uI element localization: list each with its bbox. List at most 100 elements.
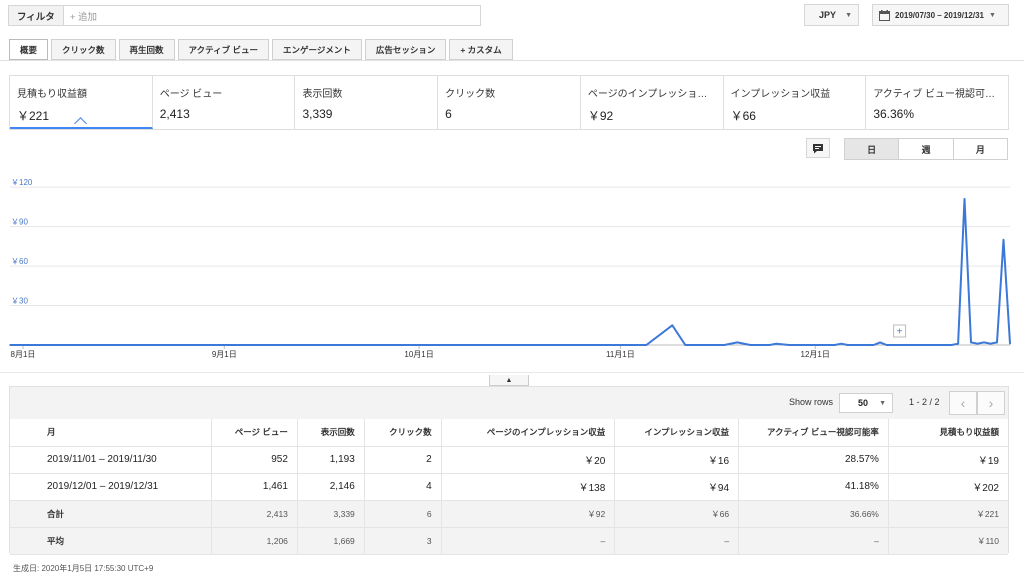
table-row: 2019/11/01 – 2019/11/30 952 1,193 2 ￥20 … (10, 446, 1008, 474)
report-tabs: 概要 クリック数 再生回数 アクティブ ビュー エンゲージメント 広告セッション… (9, 39, 513, 60)
data-point (833, 344, 836, 346)
table-cell: ￥16 (614, 446, 740, 474)
data-point (957, 342, 959, 345)
x-tick-label: 8月1日 (11, 350, 36, 359)
tab-custom[interactable]: + カスタム (449, 39, 513, 60)
data-point (736, 341, 739, 344)
metric-card-active-view-viewable[interactable]: アクティブ ビュー視認可能… 36.36% (866, 76, 1008, 129)
table-cell: 1,669 (297, 527, 365, 555)
column-header-month[interactable]: 月 (10, 419, 213, 447)
column-header-page-rpm[interactable]: ページのインプレッション収益 (441, 419, 616, 447)
table-cell: 2 (364, 446, 442, 474)
data-point (872, 344, 875, 346)
metric-label: ページのインプレッション… (587, 89, 717, 100)
metric-label: ページ ビュー (159, 89, 223, 100)
date-range-picker[interactable]: 2019/07/30 – 2019/12/31 ▼ (872, 4, 1009, 26)
y-tick-label: ￥60 (11, 257, 28, 266)
tab-clicks[interactable]: クリック数 (51, 39, 116, 60)
filter-bar[interactable]: フィルタ + 追加 (8, 5, 481, 26)
rows-per-page-select[interactable]: 50 ▼ (839, 393, 893, 413)
metric-value: ￥92 (587, 109, 614, 123)
table-cell: 1,193 (297, 446, 365, 474)
average-row: 平均 1,206 1,669 3 – – – ￥110 (10, 527, 1008, 555)
table-cell: 3 (364, 527, 442, 555)
x-tick-label: 9月1日 (212, 350, 237, 359)
table-cell: ￥94 (614, 473, 740, 501)
chevron-left-icon: ‹ (960, 395, 966, 411)
metric-card-impressions[interactable]: 表示回数 3,339 (295, 76, 439, 129)
data-point (996, 341, 998, 344)
column-header-estimated-earnings[interactable]: 見積もり収益額 (888, 419, 1008, 447)
table-cell: 2019/11/01 – 2019/11/30 (10, 446, 213, 474)
prev-page-button[interactable]: ‹ (949, 391, 977, 415)
table-cell: – (614, 527, 740, 555)
granularity-day-button[interactable]: 日 (845, 139, 900, 159)
table-cell: ￥66 (614, 500, 740, 528)
granularity-month-button[interactable]: 月 (953, 139, 1007, 159)
currency-value: JPY (819, 10, 837, 20)
data-point (976, 342, 979, 345)
annotation-plus-icon: + (897, 327, 903, 338)
tab-engagement[interactable]: エンゲージメント (271, 39, 362, 60)
table-cell: 2019/12/01 – 2019/12/31 (10, 473, 213, 501)
report-table: Show rows 50 ▼ 1 - 2 / 2 ‹ › 月 ページ ビュー 表… (9, 386, 1009, 555)
metric-value: 2,413 (159, 107, 190, 121)
metric-label: インプレッション収益 (730, 89, 831, 100)
table-cell: ￥221 (888, 500, 1008, 528)
filter-label: フィルタ (9, 6, 64, 25)
show-rows-label: Show rows (789, 397, 834, 407)
column-header-impressions[interactable]: 表示回数 (297, 419, 365, 447)
metric-cards: 見積もり収益額 ￥221 ページ ビュー 2,413 表示回数 3,339 クリ… (9, 75, 1009, 130)
data-point (1009, 342, 1011, 345)
metric-card-estimated-earnings[interactable]: 見積もり収益額 ￥221 (10, 76, 153, 129)
y-tick-label: ￥30 (11, 297, 28, 306)
data-point (840, 342, 842, 345)
page-info: 1 - 2 / 2 (909, 397, 940, 407)
currency-select[interactable]: JPY ▼ (804, 4, 859, 26)
calendar-icon (879, 9, 890, 21)
tab-plays[interactable]: 再生回数 (118, 39, 175, 60)
metric-value: 6 (445, 107, 452, 121)
chevron-right-icon: › (988, 395, 994, 411)
metric-card-clicks[interactable]: クリック数 6 (438, 76, 581, 129)
data-point (989, 342, 992, 345)
table-cell: 2,146 (297, 473, 365, 501)
annotation-button[interactable] (806, 138, 830, 158)
tab-active-view[interactable]: アクティブ ビュー (177, 39, 269, 60)
data-point (645, 344, 648, 346)
data-point (723, 344, 726, 346)
metric-card-page-views[interactable]: ページ ビュー 2,413 (153, 76, 296, 129)
chevron-down-icon: ▼ (879, 399, 886, 407)
metric-card-page-rpm[interactable]: ページのインプレッション… ￥92 (581, 76, 724, 129)
metric-label: アクティブ ビュー視認可能… (873, 89, 1003, 100)
x-tick-label: 11月1日 (606, 350, 635, 359)
chevron-down-icon: ▼ (845, 11, 852, 19)
data-point (950, 344, 953, 346)
metric-card-impression-rpm[interactable]: インプレッション収益 ￥66 (724, 76, 867, 129)
column-header-page-views[interactable]: ページ ビュー (211, 419, 298, 447)
y-tick-label: ￥90 (11, 218, 28, 227)
column-header-active-view[interactable]: アクティブ ビュー視認可能率 (738, 419, 889, 447)
tab-overview[interactable]: 概要 (9, 39, 49, 60)
collapse-chart-button[interactable]: ▲ (489, 375, 529, 386)
data-point (775, 342, 777, 345)
metric-label: クリック数 (445, 89, 496, 100)
column-header-impression-rpm[interactable]: インプレッション収益 (614, 419, 740, 447)
tab-ad-sessions[interactable]: 広告セッション (364, 39, 447, 60)
data-point (885, 344, 888, 346)
data-table: 月 ページ ビュー 表示回数 クリック数 ページのインプレッション収益 インプレ… (10, 419, 1008, 555)
next-page-button[interactable]: › (977, 391, 1005, 415)
add-filter-button[interactable]: + 追加 (64, 6, 97, 25)
table-cell: 6 (364, 500, 442, 528)
metric-value: ￥66 (730, 109, 756, 123)
data-point (1002, 239, 1005, 241)
metric-label: 見積もり収益額 (17, 89, 87, 100)
granularity-week-button[interactable]: 週 (899, 139, 954, 159)
earnings-chart: ￥120 ￥90 ￥60 ￥30 8月1日 9月1日 10月1日 11月1日 12月1日 + (0, 165, 1024, 365)
date-range-value: 2019/07/30 – 2019/12/31 (895, 10, 984, 20)
data-point (788, 344, 790, 346)
total-label: 合計 (10, 500, 213, 528)
pager: ‹ › (949, 391, 1005, 415)
metric-value: ￥221 (17, 109, 50, 123)
column-header-clicks[interactable]: クリック数 (364, 419, 442, 447)
